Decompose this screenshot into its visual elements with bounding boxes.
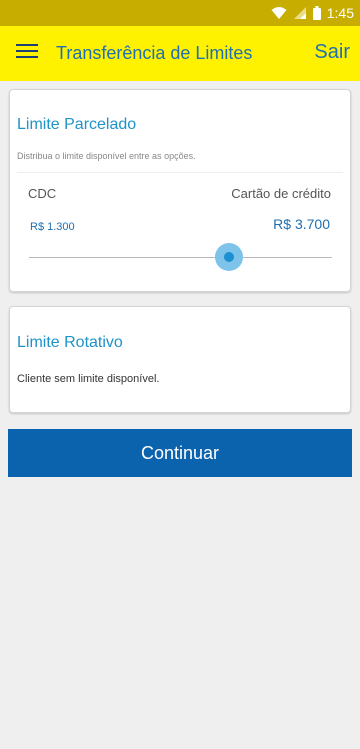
page-title: Transferência de Limites — [56, 43, 253, 63]
limit-slider-thumb[interactable] — [214, 243, 243, 271]
logout-button[interactable]: Sair — [314, 41, 350, 64]
status-time: 1:45 — [326, 5, 354, 21]
status-bar: 1:45 — [0, 0, 360, 26]
revolving-limit-message: Cliente sem limite disponível. — [17, 373, 160, 385]
cdc-value: R$ 1.300 — [30, 221, 75, 233]
continue-button[interactable]: Continuar — [8, 429, 352, 477]
app-bar: Transferência de Limites Sair — [0, 26, 360, 81]
battery-icon — [312, 6, 321, 20]
divider — [17, 172, 343, 173]
installment-limit-title: Limite Parcelado — [17, 116, 137, 133]
status-icons: 1:45 — [271, 4, 354, 22]
installment-limit-card: Limite Parcelado Distribua o limite disp… — [9, 89, 351, 292]
signal-icon — [293, 7, 306, 19]
limit-slider-track[interactable] — [29, 257, 332, 258]
revolving-limit-title: Limite Rotativo — [17, 334, 123, 351]
installment-limit-hint: Distribua o limite disponível entre as o… — [17, 151, 196, 161]
credit-card-label: Cartão de crédito — [231, 186, 331, 201]
credit-card-value: R$ 3.700 — [273, 216, 330, 232]
cdc-label: CDC — [28, 186, 57, 201]
wifi-icon — [271, 7, 287, 19]
slider-thumb-dot — [223, 252, 234, 262]
hamburger-menu-icon[interactable] — [16, 44, 38, 62]
revolving-limit-card: Limite Rotativo Cliente sem limite dispo… — [9, 306, 351, 413]
